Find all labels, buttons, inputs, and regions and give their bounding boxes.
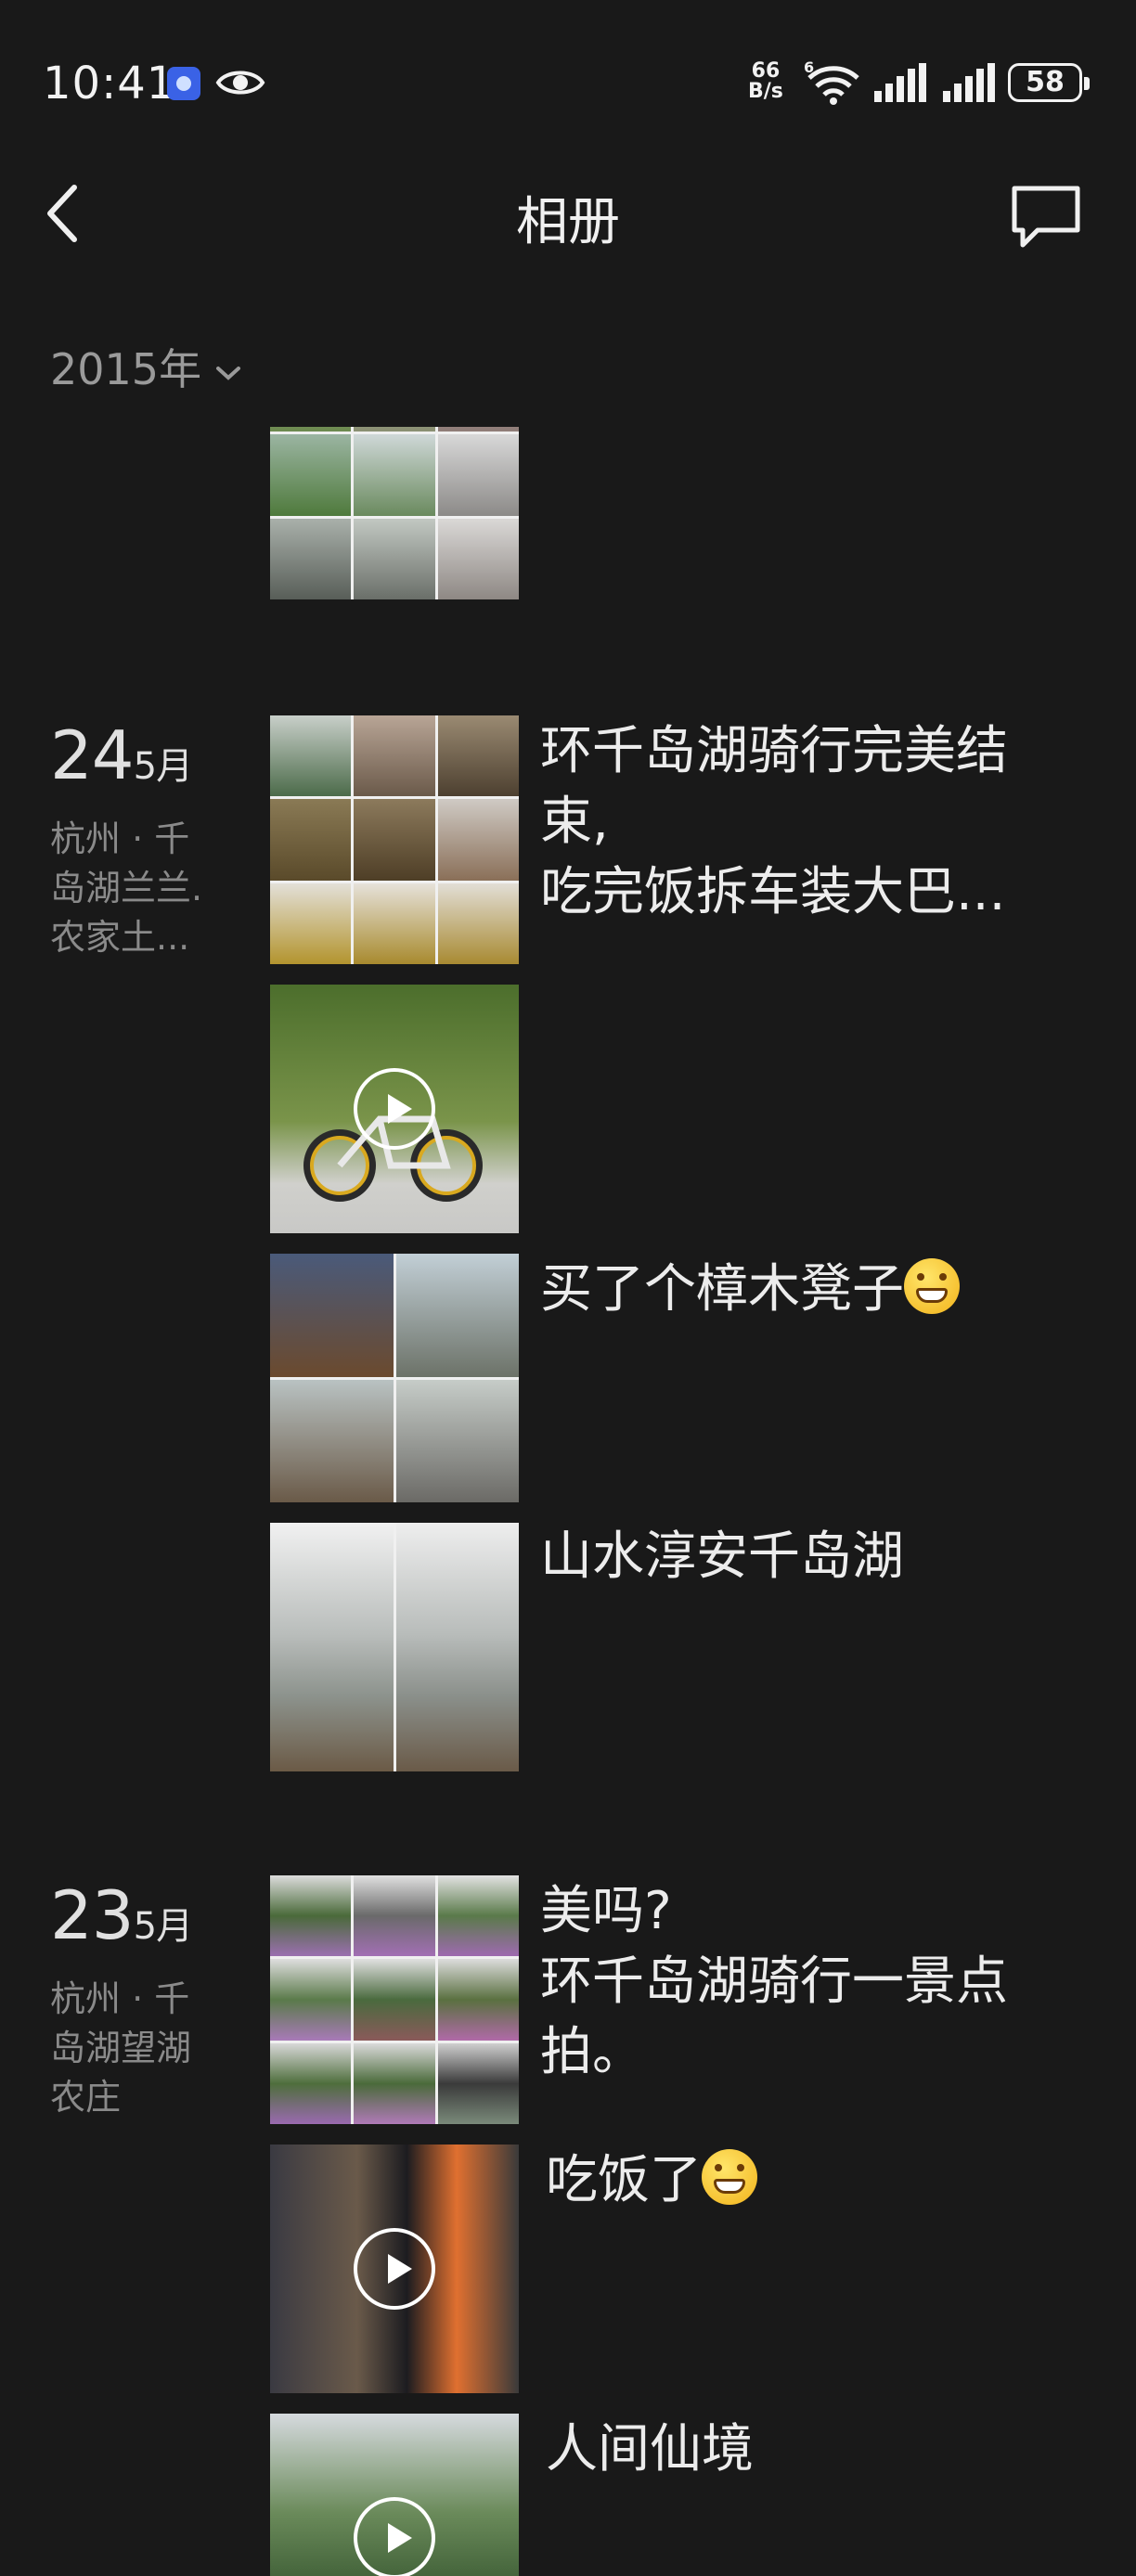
- play-icon[interactable]: [354, 1068, 435, 1150]
- post-caption-text: 吃饭了: [546, 2150, 702, 2210]
- video-thumbnail[interactable]: [270, 985, 519, 1233]
- page-title: 相册: [516, 192, 620, 252]
- network-speed-unit: B/s: [748, 80, 783, 103]
- comment-button[interactable]: [1010, 184, 1082, 251]
- wifi-icon: 6: [804, 59, 859, 105]
- signal-icon-2: [943, 63, 995, 102]
- post-caption-text: 美吗? 环千岛湖骑行一景点拍。: [540, 1881, 1008, 2082]
- network-speed-value: 66: [751, 59, 781, 83]
- network-speed: 66 B/s: [748, 61, 783, 102]
- photo-grid[interactable]: [270, 715, 519, 964]
- post-caption[interactable]: 山水淳安千岛湖: [540, 1522, 1060, 1592]
- video-thumbnail[interactable]: [270, 2145, 519, 2393]
- photo-grid[interactable]: [270, 1523, 519, 1771]
- photo-grid[interactable]: [270, 1875, 519, 2124]
- play-icon[interactable]: [354, 2228, 435, 2310]
- year-selector[interactable]: 2015年: [50, 336, 242, 397]
- post-caption[interactable]: 环千岛湖骑行完美结束, 吃完饭拆车装大巴...: [540, 716, 1060, 928]
- post-caption[interactable]: 美吗? 环千岛湖骑行一景点拍。: [540, 1876, 1060, 2088]
- post-caption-text: 买了个樟木凳子: [540, 1259, 904, 1320]
- album-feed[interactable]: 245月 杭州 · 千岛湖兰兰.农家土... 环千岛湖骑行完美结束, 吃完饭拆车…: [0, 427, 1136, 2576]
- chevron-down-icon: [216, 366, 241, 380]
- photo-grid[interactable]: [270, 1254, 519, 1502]
- post-caption[interactable]: 吃饭了: [546, 2145, 1065, 2216]
- photo-grid-partial[interactable]: [270, 427, 519, 599]
- play-icon[interactable]: [354, 2497, 435, 2576]
- day-location: 杭州 · 千岛湖望湖农庄: [50, 1978, 192, 2118]
- year-label: 2015年: [50, 344, 202, 394]
- day-date: 245月: [50, 716, 193, 794]
- grin-emoji-icon: [702, 2149, 757, 2205]
- battery-indicator: 58: [1008, 63, 1090, 102]
- day-number: 24: [50, 716, 135, 794]
- wifi-label: 6: [804, 59, 814, 76]
- day-number: 23: [50, 1876, 135, 1954]
- status-time: 10:41: [43, 58, 176, 109]
- video-thumbnail[interactable]: [270, 2414, 519, 2576]
- post-caption[interactable]: 买了个樟木凳子: [540, 1255, 1060, 1325]
- signal-icon: [874, 63, 926, 102]
- post-caption-text: 环千岛湖骑行完美结束, 吃完饭拆车装大巴...: [540, 721, 1008, 922]
- grin-emoji-icon: [904, 1258, 960, 1314]
- app-notification-icon: [167, 67, 200, 100]
- day-month: 5月: [133, 1905, 193, 1948]
- day-month: 5月: [133, 745, 193, 788]
- day-location: 杭州 · 千岛湖兰兰.农家土...: [50, 818, 203, 958]
- post-caption[interactable]: 人间仙境: [546, 2415, 1065, 2485]
- day-date: 235月: [50, 1876, 193, 1954]
- status-bar: 10:41 66 B/s 6 58: [0, 0, 1136, 158]
- eye-icon: [215, 71, 265, 95]
